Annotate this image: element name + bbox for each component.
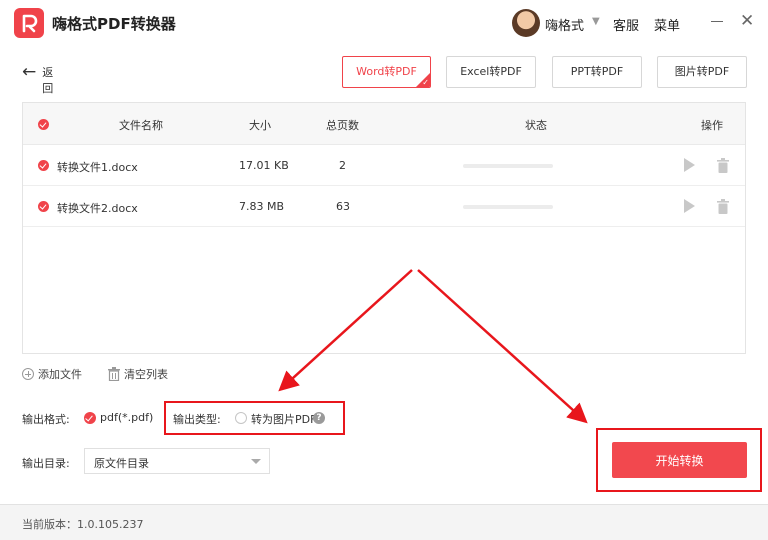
select-all-checkbox[interactable] xyxy=(38,119,49,130)
row-checkbox[interactable] xyxy=(38,160,49,171)
tab-word-to-pdf[interactable]: Word转PDF ✓ xyxy=(342,56,431,88)
support-button[interactable]: 客服 xyxy=(613,15,639,34)
header-file-name: 文件名称 xyxy=(119,119,163,132)
app-title: 嗨格式PDF转换器 xyxy=(52,15,176,33)
trash-icon[interactable] xyxy=(717,199,729,214)
play-icon[interactable] xyxy=(684,199,695,213)
header-status: 状态 xyxy=(525,119,547,132)
back-label: 返回 xyxy=(42,66,54,95)
output-dir-value: 原文件目录 xyxy=(94,457,149,470)
version-text: 当前版本：1.0.105.237 xyxy=(22,518,144,531)
page-count: 2 xyxy=(339,159,346,172)
progress-bar xyxy=(463,205,553,209)
output-dir-label: 输出目录: xyxy=(22,457,70,470)
format-pdf-radio[interactable] xyxy=(84,412,96,424)
file-size: 17.01 KB xyxy=(239,159,289,172)
header-actions: 操作 xyxy=(701,119,723,132)
tab-ppt-to-pdf[interactable]: PPT转PDF xyxy=(552,56,642,88)
clear-list-button[interactable]: 清空列表 xyxy=(108,366,168,382)
tab-image-to-pdf[interactable]: 图片转PDF xyxy=(657,56,747,88)
clear-list-label: 清空列表 xyxy=(124,368,168,381)
tab-label: Excel转PDF xyxy=(460,65,522,78)
play-icon[interactable] xyxy=(684,158,695,172)
tab-label: Word转PDF xyxy=(356,65,417,78)
add-icon xyxy=(22,368,34,380)
add-file-label: 添加文件 xyxy=(38,368,82,381)
row-checkbox[interactable] xyxy=(38,201,49,212)
table-row[interactable]: 转换文件1.docx 17.01 KB 2 xyxy=(23,145,745,186)
tab-excel-to-pdf[interactable]: Excel转PDF xyxy=(446,56,536,88)
output-format-label: 输出格式: xyxy=(22,413,70,426)
annotation-highlight-box xyxy=(164,401,345,435)
header-size: 大小 xyxy=(249,119,271,132)
format-pdf-label[interactable]: pdf(*.pdf) xyxy=(100,411,153,424)
chevron-down-icon[interactable]: ▼ xyxy=(592,16,600,27)
file-name: 转换文件2.docx xyxy=(57,202,138,215)
status-bar: 当前版本：1.0.105.237 xyxy=(0,504,768,540)
trash-icon xyxy=(108,367,120,381)
header-pages: 总页数 xyxy=(326,119,359,132)
output-dir-select[interactable]: 原文件目录 xyxy=(84,448,270,474)
progress-bar xyxy=(463,164,553,168)
back-button[interactable]: ← 返回 xyxy=(22,62,53,96)
app-logo-icon xyxy=(14,8,44,38)
chevron-down-icon xyxy=(251,459,261,464)
table-row[interactable]: 转换文件2.docx 7.83 MB 63 xyxy=(23,186,745,227)
start-convert-button[interactable]: 开始转换 xyxy=(612,442,747,478)
page-count: 63 xyxy=(336,200,350,213)
minimize-icon[interactable] xyxy=(711,21,723,22)
user-name[interactable]: 嗨格式 xyxy=(545,15,584,34)
user-avatar[interactable] xyxy=(512,9,540,37)
title-bar: 嗨格式PDF转换器 嗨格式 ▼ 客服 菜单 ✕ xyxy=(0,0,768,46)
check-icon: ✓ xyxy=(422,78,429,87)
menu-button[interactable]: 菜单 xyxy=(654,15,680,34)
trash-icon[interactable] xyxy=(717,158,729,173)
table-header: 文件名称 大小 总页数 状态 操作 xyxy=(23,103,745,145)
add-file-button[interactable]: 添加文件 xyxy=(22,366,82,382)
tab-label: 图片转PDF xyxy=(674,65,730,78)
tab-label: PPT转PDF xyxy=(570,65,624,78)
close-icon[interactable]: ✕ xyxy=(740,12,754,30)
file-name: 转换文件1.docx xyxy=(57,161,138,174)
file-table: 文件名称 大小 总页数 状态 操作 转换文件1.docx 17.01 KB 2 … xyxy=(22,102,746,354)
file-size: 7.83 MB xyxy=(239,200,285,213)
arrow-left-icon: ← xyxy=(22,62,37,82)
